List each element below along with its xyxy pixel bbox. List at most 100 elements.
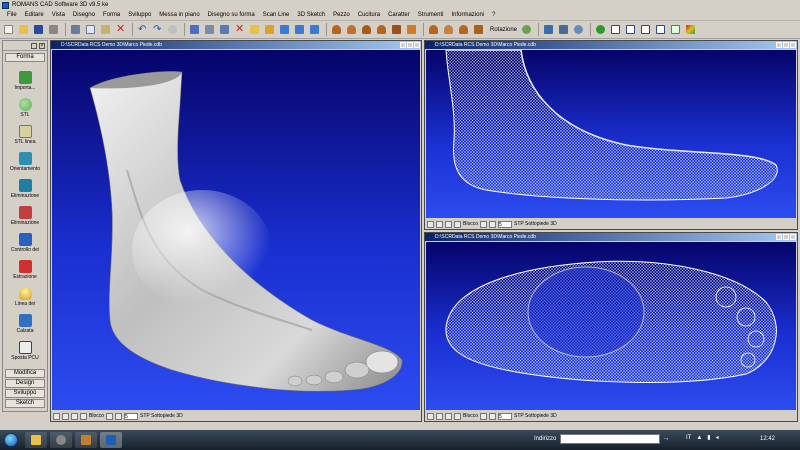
layer-number-field[interactable]: 5 — [498, 412, 513, 420]
status-icon[interactable] — [480, 412, 488, 420]
tool-stl[interactable]: STL — [3, 91, 47, 118]
network-icon[interactable]: ▮ — [707, 434, 710, 441]
minimize-icon[interactable] — [776, 234, 782, 240]
language-indicator[interactable]: IT — [686, 435, 691, 441]
menu-3d-sketch[interactable]: 3D Sketch — [293, 12, 329, 18]
color-button[interactable] — [594, 23, 607, 36]
status-icon[interactable] — [53, 412, 60, 420]
shoe-tool-7[interactable] — [427, 23, 440, 36]
note-tool-button[interactable] — [248, 23, 261, 36]
volume-icon[interactable]: ◂ — [716, 434, 719, 441]
zoom-button[interactable] — [166, 23, 179, 36]
shoe-tool-2[interactable] — [345, 23, 358, 36]
status-icon[interactable] — [445, 412, 452, 420]
status-icon[interactable] — [454, 412, 461, 420]
tool-eliminazione-2[interactable]: Eliminazione — [3, 199, 47, 226]
filter-tool-button[interactable] — [218, 23, 231, 36]
tab-sviluppo[interactable]: Sviluppo — [5, 389, 45, 398]
shoe-tool-1[interactable] — [330, 23, 343, 36]
funnel-tool-button[interactable] — [203, 23, 216, 36]
delete-button[interactable]: ✕ — [114, 23, 127, 36]
align-left-button[interactable] — [278, 23, 291, 36]
status-icon[interactable] — [480, 220, 488, 228]
minimize-icon[interactable] — [776, 42, 782, 48]
print-button[interactable] — [47, 23, 60, 36]
menu-disegno-su-forma[interactable]: Disegno su forma — [204, 12, 259, 18]
tool-eliminazione-1[interactable]: Eliminazione — [3, 172, 47, 199]
maximize-icon[interactable] — [407, 42, 413, 48]
menu-sviluppo[interactable]: Sviluppo — [124, 12, 155, 18]
maximize-icon[interactable] — [783, 234, 789, 240]
menu-editare[interactable]: Editare — [21, 12, 48, 18]
menu-forma[interactable]: Forma — [99, 12, 124, 18]
status-icon[interactable] — [106, 412, 114, 420]
3d-canvas[interactable] — [426, 50, 796, 218]
save-button[interactable] — [32, 23, 45, 36]
tab-modifica[interactable]: Modifica — [5, 369, 45, 378]
tab-design[interactable]: Design — [5, 379, 45, 388]
tab-sketch[interactable]: Sketch — [5, 399, 45, 408]
menu-informazioni[interactable]: Informazioni — [447, 12, 488, 18]
menu-disegno[interactable]: Disegno — [69, 12, 99, 18]
cut-button[interactable] — [69, 23, 82, 36]
3d-canvas[interactable] — [426, 242, 796, 410]
taskbar-romans-cad[interactable] — [100, 432, 122, 448]
sphere-view-button[interactable] — [572, 23, 585, 36]
shoe-tool-3[interactable] — [360, 23, 373, 36]
menu-cucitura[interactable]: Cucitura — [354, 12, 384, 18]
shoe-tool-10[interactable] — [472, 23, 485, 36]
copy-button[interactable] — [84, 23, 97, 36]
tray-up-icon[interactable]: ▲ — [696, 435, 702, 441]
status-icon[interactable] — [454, 220, 461, 228]
shoe-tool-8[interactable] — [442, 23, 455, 36]
surface-view-button[interactable] — [557, 23, 570, 36]
address-input[interactable] — [560, 434, 661, 444]
tab-forma[interactable]: Forma — [5, 53, 45, 62]
close-icon[interactable] — [414, 42, 420, 48]
status-icon[interactable] — [427, 412, 434, 420]
minimize-icon[interactable] — [400, 42, 406, 48]
status-icon[interactable] — [436, 412, 443, 420]
go-arrow-icon[interactable]: → — [662, 434, 672, 444]
menu-help[interactable]: ? — [488, 12, 499, 18]
menu-file[interactable]: File — [3, 12, 21, 18]
menu-scan-line[interactable]: Scan Line — [259, 12, 294, 18]
redo-button[interactable]: ↷ — [151, 23, 164, 36]
tool-importa[interactable]: Importa... — [3, 64, 47, 91]
cube-top-button[interactable] — [624, 23, 637, 36]
menu-caratter[interactable]: Caratter — [384, 12, 414, 18]
clock[interactable]: 12:42 — [760, 436, 775, 442]
taskbar-media[interactable] — [50, 432, 72, 448]
status-icon[interactable] — [427, 220, 434, 228]
cube-side-button[interactable] — [639, 23, 652, 36]
menu-messa-in-piano[interactable]: Messa in piano — [155, 12, 203, 18]
cube-iso-button[interactable] — [654, 23, 667, 36]
menu-vista[interactable]: Vista — [48, 12, 69, 18]
maximize-icon[interactable] — [783, 42, 789, 48]
taskbar-explorer[interactable] — [25, 432, 47, 448]
close-icon[interactable]: × — [39, 42, 45, 49]
status-icon[interactable] — [489, 412, 497, 420]
tool-estrazione[interactable]: Estrazione — [3, 253, 47, 280]
status-icon[interactable] — [62, 412, 69, 420]
layer-number-field[interactable]: 5 — [124, 412, 139, 420]
align-center-button[interactable] — [293, 23, 306, 36]
cube-color-button[interactable] — [684, 23, 697, 36]
tool-orientamento[interactable]: Orientamento — [3, 145, 47, 172]
tool-linea-dei[interactable]: Linea dei — [3, 280, 47, 307]
pin-icon[interactable] — [31, 42, 37, 49]
tool-controllo[interactable]: Controllo dei — [3, 226, 47, 253]
status-icon[interactable] — [115, 412, 123, 420]
rotate-button[interactable] — [520, 23, 533, 36]
highlight-tool-button[interactable] — [263, 23, 276, 36]
close-icon[interactable] — [790, 234, 796, 240]
align-right-button[interactable] — [308, 23, 321, 36]
open-file-button[interactable] — [17, 23, 30, 36]
tool-sposta-pcu[interactable]: Sposta PCU — [3, 334, 47, 361]
menu-pezzo[interactable]: Pezzo — [329, 12, 354, 18]
paste-button[interactable] — [99, 23, 112, 36]
menu-strumenti[interactable]: Strumenti — [414, 12, 448, 18]
3d-canvas[interactable] — [52, 50, 420, 410]
shoe-tool-4[interactable] — [375, 23, 388, 36]
cube-green-button[interactable] — [669, 23, 682, 36]
